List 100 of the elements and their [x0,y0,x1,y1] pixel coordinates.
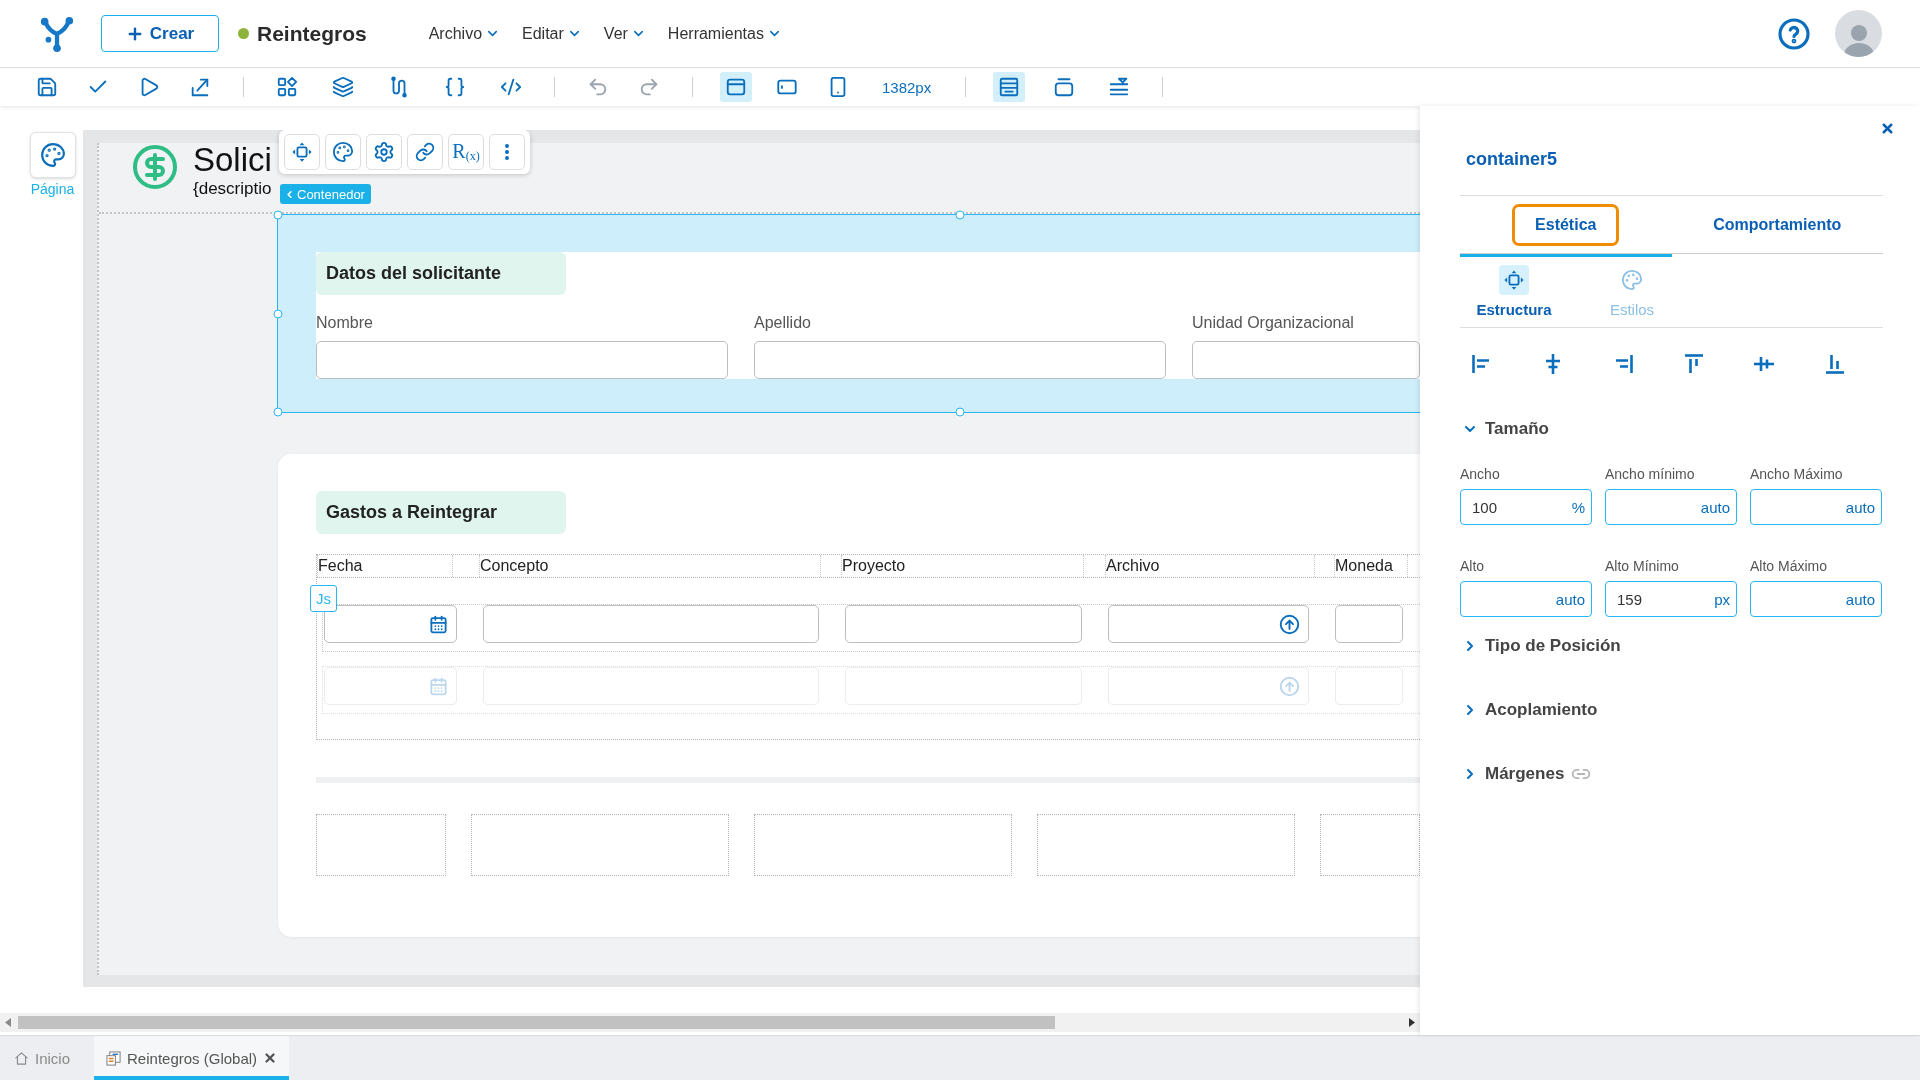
close-icon [1880,121,1895,136]
home-icon [14,1050,29,1066]
lines-filter-icon [1108,76,1131,98]
field-label: Ancho mínimo [1605,466,1696,482]
menu-button[interactable]: Herramientas [667,24,782,43]
resize-handle[interactable] [273,407,283,417]
menu-button[interactable]: Editar [522,24,582,43]
more-button[interactable] [489,134,525,170]
field-label: Nombre [316,313,374,333]
input-field[interactable] [1335,605,1403,643]
menu-button[interactable]: Archivo [428,24,501,43]
field-label: Alto Máximo [1750,558,1829,574]
calendar-icon [429,676,448,696]
form-description: {descriptio [193,178,272,200]
field-label: Ancho Máximo [1750,466,1844,482]
panel-layout-icon [998,76,1021,98]
scrollbar-thumb[interactable] [18,1016,1055,1029]
field-label: Unidad Organizacional [1192,313,1355,333]
gear-icon [373,141,395,163]
calendar-icon [429,614,448,634]
help-button[interactable] [1778,17,1810,50]
section-toggle[interactable]: Márgenes [1460,764,1883,784]
subtab[interactable]: Estructura [1460,265,1568,320]
resize-handle[interactable] [955,210,965,220]
field-label: Apellido [754,313,812,333]
section-toggle[interactable]: Acoplamiento [1460,700,1883,720]
scroll-left-icon[interactable] [5,1018,11,1027]
export-icon [189,76,211,98]
scroll-right-icon[interactable] [1409,1018,1415,1027]
field-label: Alto [1460,558,1486,574]
close-icon [263,1051,278,1065]
resize-handle[interactable] [273,309,283,318]
tab[interactable]: Estética [1460,196,1672,257]
element-name: container5 [1465,148,1558,170]
code-icon [500,76,522,98]
size-input[interactable]: auto [1750,581,1882,617]
column-header: Fecha [317,555,453,577]
input-field[interactable] [754,341,1166,379]
undo-icon [587,76,609,98]
logo-icon[interactable] [38,14,76,53]
resize-handle[interactable] [955,407,965,417]
link-icon [415,142,435,162]
document-tab[interactable]: Reintegros (Global) [94,1036,290,1080]
chevron-left-icon [284,188,295,200]
field-label: Ancho [1460,466,1501,482]
link-button[interactable] [407,134,443,170]
size-input[interactable]: auto [1750,489,1882,525]
toolbar-button[interactable] [993,72,1026,102]
horizontal-scrollbar[interactable] [0,1013,1420,1032]
section-title: Gastos a Reintegrar [316,491,566,534]
settings-button[interactable] [366,134,402,170]
app-title: Reintegros [257,21,367,46]
column-header: Proyecto [841,555,1084,577]
input-field[interactable] [324,605,457,643]
style-button[interactable] [325,134,361,170]
move-icon [291,141,313,163]
size-input[interactable]: 100 % [1460,489,1592,525]
circled-arrow-up-icon [1279,675,1300,697]
circled-arrow-up-icon [1279,613,1300,635]
column-header: Moneda [1334,555,1408,577]
window-icon [725,76,747,98]
help-icon [1778,17,1810,50]
input-field[interactable] [483,605,819,643]
section-toggle[interactable]: Tipo de Posición [1460,636,1883,656]
input-field[interactable] [316,341,728,379]
rules-button[interactable]: R$_{(x)}$ [448,134,484,170]
shapes-grid-icon [276,76,298,98]
input-field[interactable] [1192,341,1420,379]
field-label: Alto Mínimo [1605,558,1680,574]
toolbar-button[interactable] [720,72,752,102]
create-button[interactable]: Crear [101,15,219,52]
card-stack-icon [1053,76,1076,98]
palette-icon [1621,269,1643,291]
menu-button[interactable]: Ver [603,24,646,43]
section-toggle[interactable]: Tamaño [1460,419,1883,439]
move-button[interactable] [284,134,320,170]
page-style-button[interactable] [29,132,76,178]
move-icon [1499,265,1529,295]
size-input[interactable]: auto [1460,581,1592,617]
redo-icon [638,76,660,98]
canvas-width-label: 1382px [882,78,932,96]
dollar-icon [131,143,179,191]
form-icon [106,1050,122,1066]
palette-icon [332,141,354,163]
more-vertical-icon [505,144,509,160]
connector-icon [388,76,410,98]
resize-handle[interactable] [273,210,283,220]
layers-icon [332,76,354,98]
column-header: Concepto [479,555,821,577]
user-avatar[interactable] [1835,10,1882,57]
palette-icon [39,142,66,168]
tab[interactable]: Comportamiento [1671,196,1883,257]
section-title: Datos del solicitante [316,252,566,295]
input-field[interactable] [845,605,1082,643]
size-input[interactable]: auto [1605,489,1737,525]
input-field[interactable] [1108,605,1309,643]
braces-icon [444,76,466,98]
column-header: Archivo [1105,555,1315,577]
size-input[interactable]: 159 px [1605,581,1737,617]
close-button[interactable] [1880,121,1895,136]
